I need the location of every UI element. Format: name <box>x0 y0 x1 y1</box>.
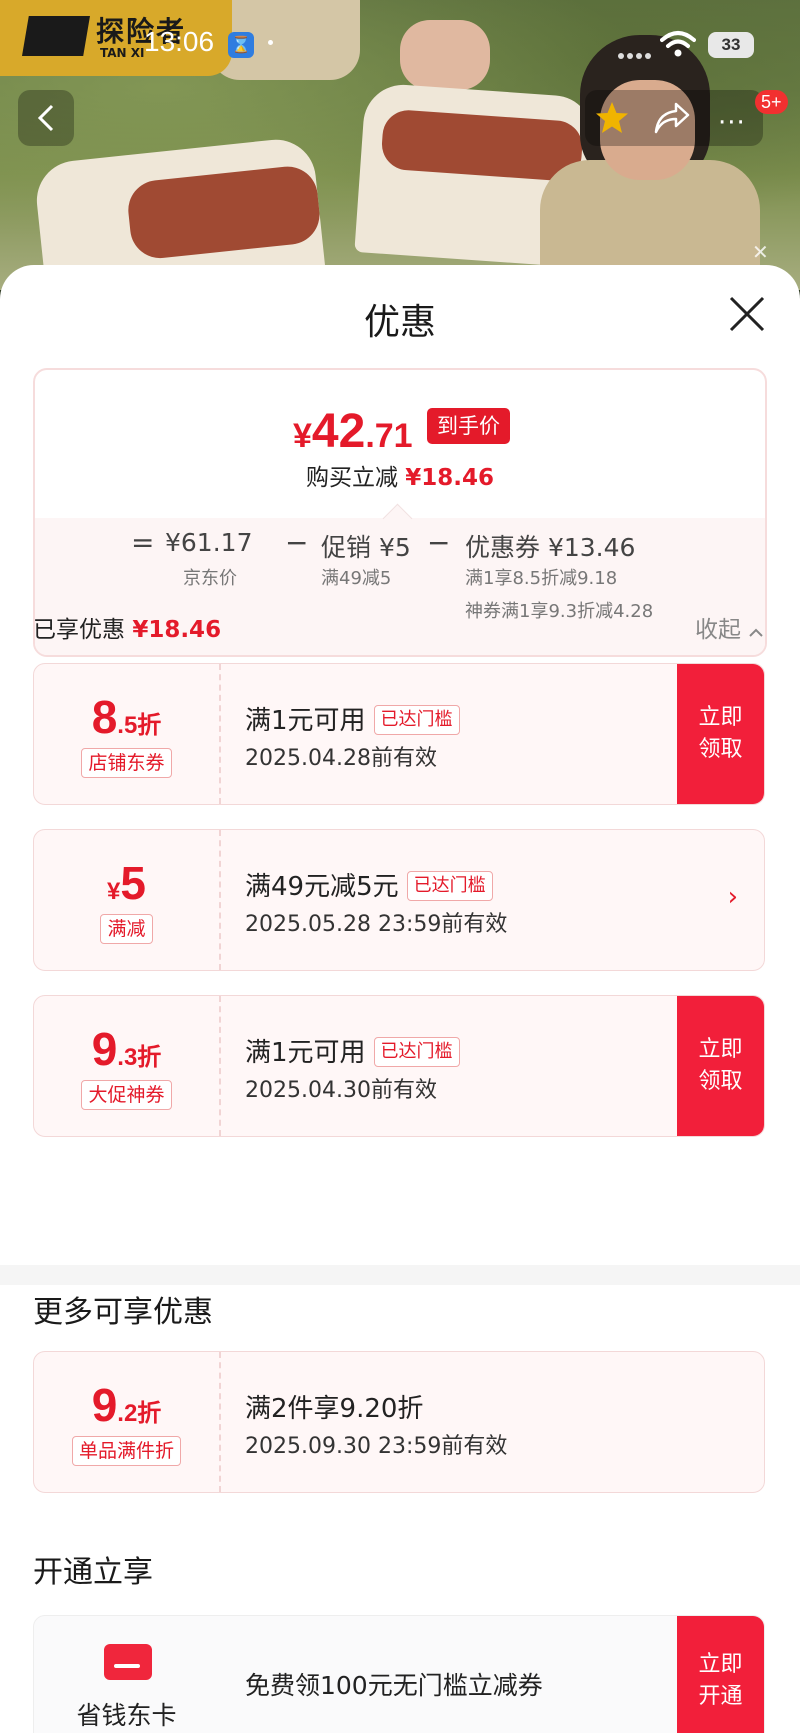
card-icon <box>104 1644 152 1680</box>
threshold-tag: 已达门槛 <box>406 871 493 901</box>
promo-rule: 满49减5 <box>321 568 392 589</box>
open-membership-title: 开通立享 <box>33 1555 153 1590</box>
sheet-title: 优惠 <box>363 302 436 343</box>
equals-sign: = <box>131 526 155 559</box>
coupon-card[interactable]: ¥5 满减 满49元减5元 已达门槛 2025.05.28 23:59前有效 › <box>33 829 765 971</box>
coupon-validity: 2025.04.30前有效 <box>245 1078 437 1103</box>
open-button[interactable]: 立即开通 <box>677 1616 764 1733</box>
wifi-icon <box>660 31 696 57</box>
discount-sheet: 优惠 ¥42.71 到手价 购买立减 ¥18.46 = ¥61.17 京东价 −… <box>0 265 800 1733</box>
status-dot <box>268 40 273 45</box>
share-icon[interactable] <box>652 100 692 136</box>
super-coupon-rule: 神券满1享9.3折减4.28 <box>465 601 654 622</box>
minus-sign: − <box>285 526 309 559</box>
jd-price: ¥61.17 <box>165 528 253 557</box>
coupon-card: 8.5折 店铺东券 满1元可用 已达门槛 2025.04.28前有效 立即领取 <box>33 663 765 805</box>
coupon-validity: 2025.05.28 23:59前有效 <box>245 912 508 937</box>
enjoyed-discount: 已享优惠 ¥18.46 <box>33 617 222 643</box>
star-icon[interactable] <box>594 100 630 136</box>
coupon-card: 9.2折 单品满件折 满2件享9.20折 2025.09.30 23:59前有效 <box>33 1351 765 1493</box>
jd-price-label: 京东价 <box>183 568 237 589</box>
section-divider <box>0 1265 800 1285</box>
back-button[interactable] <box>18 90 74 146</box>
coupon-amount: 优惠券 ¥13.46 <box>465 533 636 562</box>
chevron-left-icon <box>37 104 54 132</box>
chevron-right-icon[interactable]: › <box>728 882 738 912</box>
coupon-type: 大促神券 <box>81 1080 172 1110</box>
coupon-card: 9.3折 大促神券 满1元可用 已达门槛 2025.04.30前有效 立即领取 <box>33 995 765 1137</box>
status-time: 13:06 <box>144 26 215 57</box>
threshold-tag: 已达门槛 <box>373 1037 460 1067</box>
coupon-type: 满减 <box>100 914 153 944</box>
minus-sign: − <box>427 526 451 559</box>
coupon-rule: 满1享8.5折减9.18 <box>465 568 618 589</box>
final-price: ¥42.71 <box>293 405 413 458</box>
membership-description: 免费领100元无门槛立减券 <box>245 1671 543 1700</box>
claim-button[interactable]: 立即领取 <box>677 664 764 804</box>
coupon-type: 店铺东券 <box>81 748 172 778</box>
more-discounts-title: 更多可享优惠 <box>33 1295 213 1330</box>
coupon-value: ¥5 <box>107 857 146 909</box>
coupon-value: 8.5折 <box>91 691 162 743</box>
coupon-validity: 2025.09.30 23:59前有效 <box>245 1434 508 1459</box>
final-price-tag: 到手价 <box>427 408 510 444</box>
signal-icon <box>618 44 654 59</box>
hourglass-icon: ⌛ <box>228 32 254 58</box>
collapse-toggle[interactable]: 收起 <box>695 610 764 644</box>
save-line: 购买立减 ¥18.46 <box>305 465 495 491</box>
coupon-condition: 满49元减5元 已达门槛 <box>245 866 493 903</box>
close-icon[interactable] <box>728 295 766 333</box>
coupon-condition: 满2件享9.20折 <box>245 1394 424 1424</box>
threshold-tag: 已达门槛 <box>373 705 460 735</box>
coupon-value: 9.2折 <box>91 1379 162 1431</box>
claim-button[interactable]: 立即领取 <box>677 996 764 1136</box>
notification-badge: 5+ <box>755 90 788 114</box>
coupon-condition: 满1元可用 已达门槛 <box>245 1032 460 1069</box>
chevron-up-icon <box>749 628 764 637</box>
coupon-type: 单品满件折 <box>71 1436 181 1466</box>
coupon-validity: 2025.04.28前有效 <box>245 746 437 771</box>
promo-amount: 促销 ¥5 <box>321 533 411 562</box>
more-icon[interactable]: ··· <box>718 108 746 138</box>
membership-name: 省钱东卡 <box>76 1701 177 1730</box>
photo-close-icon[interactable]: ✕ <box>752 240 769 264</box>
coupon-value: 9.3折 <box>91 1023 162 1075</box>
membership-card: 省钱东卡 免费领100元无门槛立减券 立即开通 <box>33 1615 765 1733</box>
battery-icon: 33 <box>708 32 754 58</box>
coupon-condition: 满1元可用 已达门槛 <box>245 700 460 737</box>
